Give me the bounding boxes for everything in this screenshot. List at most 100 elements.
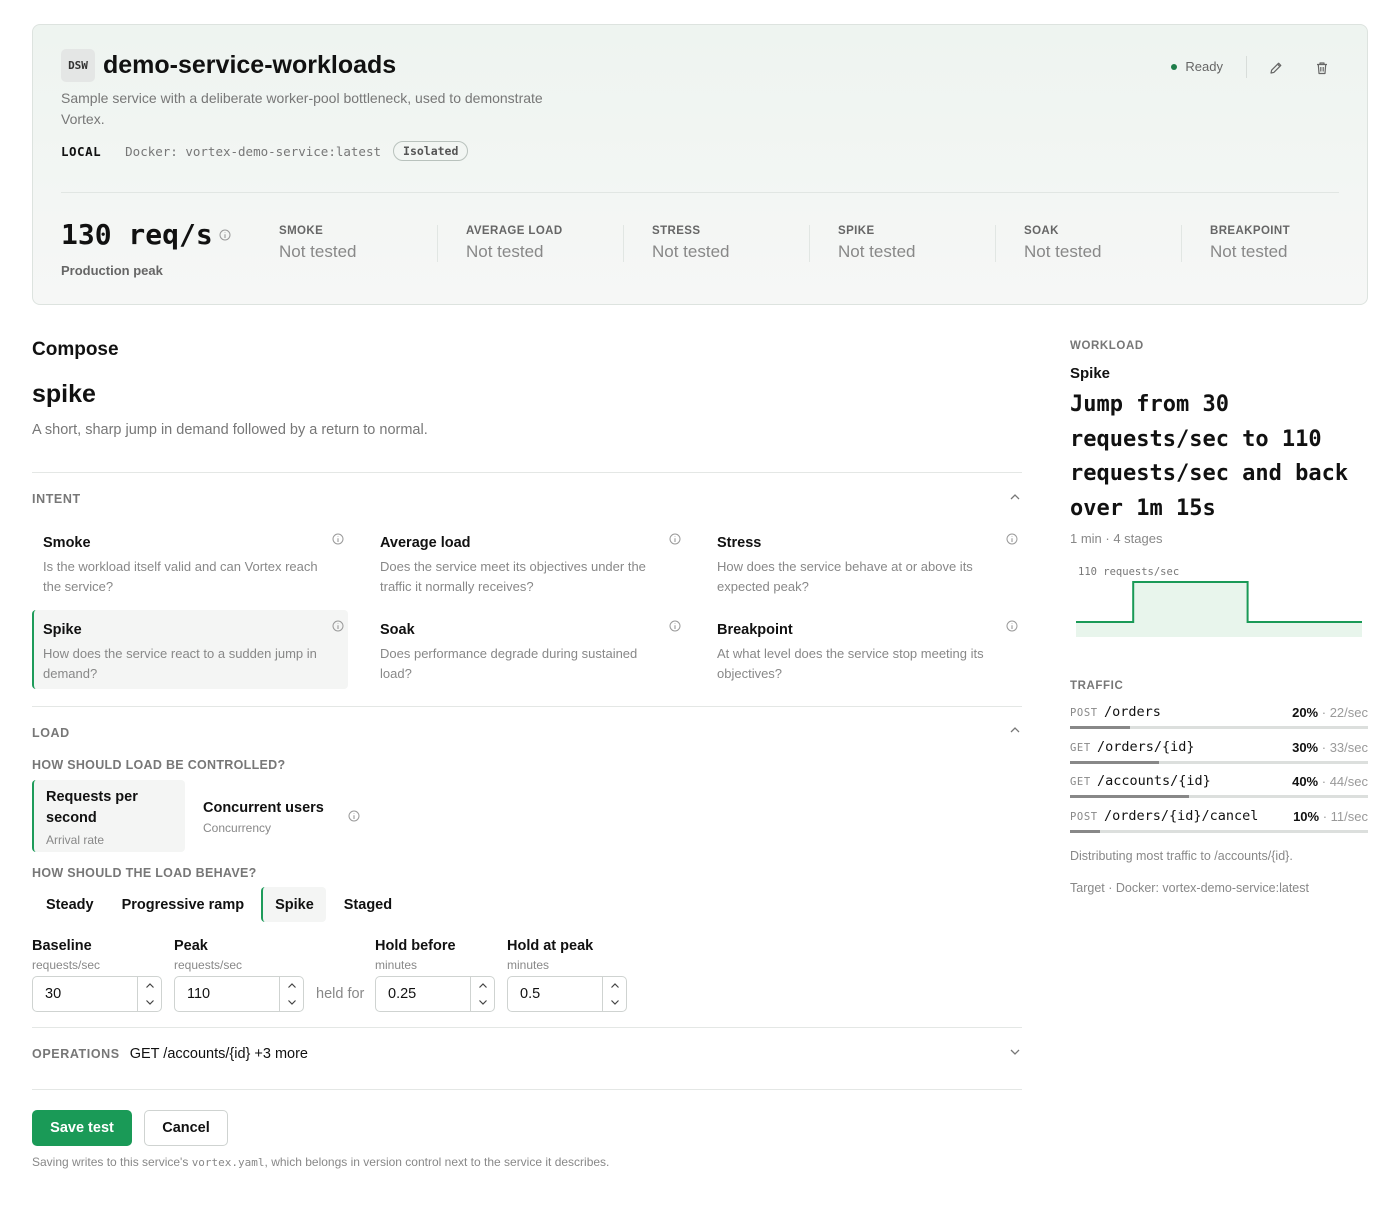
chevron-up-icon[interactable] xyxy=(287,982,297,989)
workload-summary: 1 min · 4 stages xyxy=(1070,531,1163,546)
peak-input[interactable]: 110 xyxy=(174,976,304,1012)
service-description: Sample service with a deliberate worker-… xyxy=(61,90,543,127)
intent-desc: Does performance degrade during sustaine… xyxy=(380,646,638,681)
stat-label: AVERAGE LOAD xyxy=(466,225,563,237)
intent-title: Spike xyxy=(43,622,82,638)
control-concurrent-users[interactable]: Concurrent users Concurrency xyxy=(203,780,324,852)
stat-average-load: AVERAGE LOAD Not tested xyxy=(437,225,623,262)
status-dot xyxy=(1171,63,1178,70)
footnote-pre: Saving writes to this service's xyxy=(32,1155,192,1169)
stat-value: Not tested xyxy=(652,242,730,261)
traffic-share: 20% · 22/sec xyxy=(1292,705,1368,720)
stat-stress: STRESS Not tested xyxy=(623,225,809,262)
control-sub: Concurrency xyxy=(203,821,272,835)
info-icon[interactable] xyxy=(669,533,681,545)
endpoint-path: /orders/{id}/cancel xyxy=(1104,807,1259,824)
endpoint-path: /accounts/{id} xyxy=(1097,773,1211,789)
stat-value: Not tested xyxy=(838,242,916,261)
hold-at-peak-input[interactable]: 0.5 xyxy=(507,976,627,1012)
info-icon[interactable] xyxy=(219,229,231,241)
intent-stress[interactable]: Stress How does the service behave at or… xyxy=(706,523,1022,602)
intent-soak[interactable]: Soak Does performance degrade during sus… xyxy=(369,610,685,689)
chevron-down-icon[interactable] xyxy=(287,999,297,1006)
control-requests-per-second[interactable]: Requests per second Arrival rate xyxy=(32,780,185,852)
info-icon[interactable] xyxy=(669,620,681,632)
service-header-card: DSW demo-service-workloads Sample servic… xyxy=(32,24,1368,305)
chevron-down-icon[interactable] xyxy=(145,999,155,1006)
status-label: Ready xyxy=(1185,59,1223,74)
operations-row[interactable]: OPERATIONS GET /accounts/{id} +3 more xyxy=(32,1046,308,1062)
operations-summary: GET /accounts/{id} +3 more xyxy=(129,1046,308,1062)
cancel-button[interactable]: Cancel xyxy=(144,1110,228,1146)
traffic-list: POST /orders 20% · 22/sec GET /orders/{i… xyxy=(1070,703,1368,841)
http-method: GET xyxy=(1070,776,1091,788)
traffic-rate: · 22/sec xyxy=(1321,705,1368,720)
intent-breakpoint[interactable]: Breakpoint At what level does the servic… xyxy=(706,610,1022,689)
input-value: 0.5 xyxy=(520,986,541,1002)
chevron-up-icon[interactable] xyxy=(145,982,155,989)
traffic-bar xyxy=(1070,829,1368,833)
intent-desc: Does the service meet its objectives und… xyxy=(380,559,646,594)
intent-desc: How does the service behave at or above … xyxy=(717,559,973,594)
traffic-bar-fill xyxy=(1070,829,1100,833)
http-method: POST xyxy=(1070,707,1098,719)
load-section-label: LOAD xyxy=(32,726,70,740)
edit-button[interactable] xyxy=(1265,57,1287,79)
save-test-button[interactable]: Save test xyxy=(32,1110,132,1146)
traffic-note: Distributing most traffic to /accounts/{… xyxy=(1070,849,1293,863)
stepper[interactable] xyxy=(602,977,626,1011)
delete-button[interactable] xyxy=(1311,57,1333,79)
stat-value: Not tested xyxy=(279,242,357,261)
chevron-up-icon[interactable] xyxy=(1008,723,1022,737)
control-title: Requests per second xyxy=(46,789,138,826)
stat-label: SPIKE xyxy=(838,225,875,237)
stat-value: Not tested xyxy=(466,242,544,261)
intent-smoke[interactable]: Smoke Is the workload itself valid and c… xyxy=(32,523,348,602)
service-title: demo-service-workloads xyxy=(103,51,397,79)
http-method: POST xyxy=(1070,810,1098,823)
behavior-staged[interactable]: Staged xyxy=(330,887,406,922)
pencil-icon xyxy=(1270,62,1282,74)
stat-label: SOAK xyxy=(1024,225,1059,237)
test-name[interactable]: spike xyxy=(32,380,96,409)
control-title: Concurrent users xyxy=(203,800,324,816)
input-value: 110 xyxy=(187,986,211,1002)
input-value: 0.25 xyxy=(388,986,417,1002)
traffic-percent: 40% xyxy=(1292,774,1319,789)
intent-spike[interactable]: Spike How does the service react to a su… xyxy=(32,610,348,689)
field-unit: requests/sec xyxy=(32,958,101,972)
chevron-down-icon[interactable] xyxy=(1008,1045,1022,1059)
target-note: Target · Docker: vortex-demo-service:lat… xyxy=(1070,881,1309,895)
stepper[interactable] xyxy=(137,977,161,1011)
traffic-bar-fill xyxy=(1070,795,1190,798)
info-icon[interactable] xyxy=(332,533,344,545)
status-indicator: Ready xyxy=(1171,59,1223,74)
stat-soak: SOAK Not tested xyxy=(995,225,1181,262)
stepper[interactable] xyxy=(279,977,303,1011)
test-description[interactable]: A short, sharp jump in demand followed b… xyxy=(32,422,428,438)
behave-question: HOW SHOULD THE LOAD BEHAVE? xyxy=(32,866,257,880)
behavior-steady[interactable]: Steady xyxy=(32,887,108,922)
traffic-rate: · 44/sec xyxy=(1321,774,1368,789)
intent-average-load[interactable]: Average load Does the service meet its o… xyxy=(369,523,685,602)
isolation-badge: Isolated xyxy=(393,141,469,161)
info-icon[interactable] xyxy=(348,810,360,822)
chevron-up-icon[interactable] xyxy=(610,982,620,989)
header-divider xyxy=(1246,56,1247,78)
chevron-down-icon[interactable] xyxy=(478,999,488,1006)
chevron-up-icon[interactable] xyxy=(1008,490,1022,504)
baseline-field: Baseline requests/sec 30 xyxy=(32,938,162,1012)
behavior-spike[interactable]: Spike xyxy=(261,887,326,922)
stepper[interactable] xyxy=(470,977,494,1011)
behavior-options: Steady Progressive ramp Spike Staged xyxy=(32,887,406,922)
hold-before-input[interactable]: 0.25 xyxy=(375,976,495,1012)
behavior-progressive-ramp[interactable]: Progressive ramp xyxy=(108,887,259,922)
baseline-input[interactable]: 30 xyxy=(32,976,162,1012)
chevron-down-icon[interactable] xyxy=(610,999,620,1006)
intent-title: Breakpoint xyxy=(717,622,793,638)
chevron-up-icon[interactable] xyxy=(478,982,488,989)
info-icon[interactable] xyxy=(1006,533,1018,545)
info-icon[interactable] xyxy=(1006,620,1018,632)
info-icon[interactable] xyxy=(332,620,344,632)
intent-desc: Is the workload itself valid and can Vor… xyxy=(43,559,318,594)
